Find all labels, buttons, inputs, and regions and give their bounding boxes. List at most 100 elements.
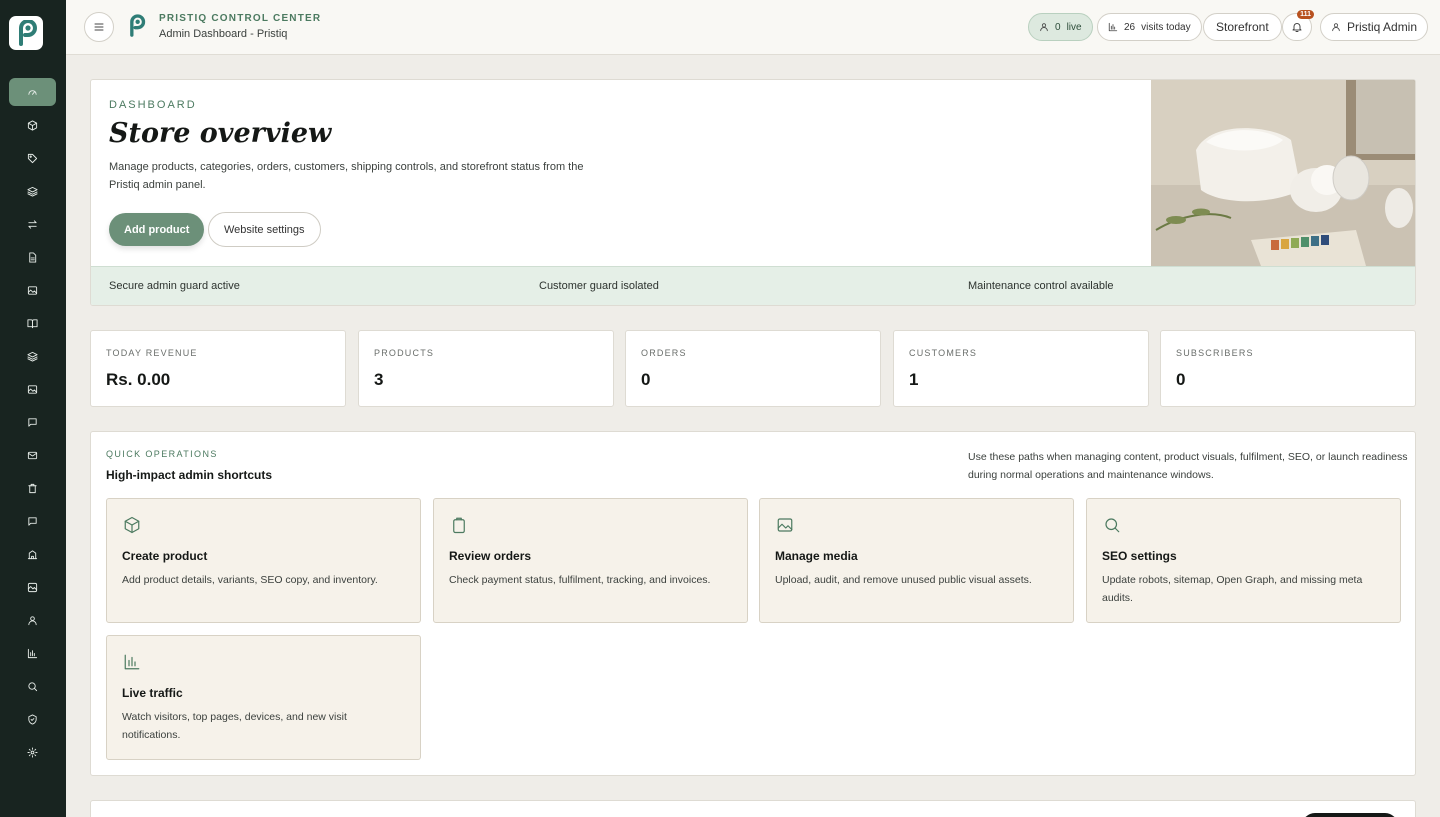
quick-ops-title: High-impact admin shortcuts [106, 468, 273, 482]
overview-description: Manage products, categories, orders, cus… [109, 161, 584, 191]
stat-value: 3 [374, 370, 384, 389]
visits-label: visits today [1141, 21, 1191, 33]
tile-manage-media[interactable]: Manage media Upload, audit, and remove u… [759, 498, 1074, 623]
sidebar-item-gallery[interactable] [9, 375, 56, 403]
sidebar-item-analytics[interactable] [9, 639, 56, 667]
search-icon [1105, 518, 1120, 533]
trash-icon [28, 483, 37, 493]
tile-seo-settings[interactable]: SEO settings Update robots, sitemap, Ope… [1086, 498, 1401, 623]
tile-title: Create product [122, 549, 208, 563]
tile-description: Check payment status, fulfilment, tracki… [449, 574, 711, 586]
sidebar-item-stacks[interactable] [9, 342, 56, 370]
hamburger-icon [94, 23, 104, 31]
overview-eyebrow: DASHBOARD [109, 99, 197, 111]
sidebar-item-pages[interactable] [9, 243, 56, 271]
sidebar-item-collections[interactable] [9, 177, 56, 205]
image-icon [27, 384, 38, 394]
tile-create-product[interactable]: Create product Add product details, vari… [106, 498, 421, 623]
chart-icon [27, 648, 38, 658]
message-icon [28, 417, 37, 427]
menu-toggle-button[interactable] [84, 12, 114, 42]
tile-review-orders[interactable]: Review orders Check payment status, fulf… [433, 498, 748, 623]
website-settings-button[interactable]: Website settings [208, 212, 321, 247]
stat-value: Rs. 0.00 [106, 370, 171, 389]
transfer-icon [28, 219, 37, 229]
tile-description: Upload, audit, and remove unused public … [775, 574, 1032, 586]
pristiq-logo[interactable] [9, 16, 43, 50]
stat-card-subscribers[interactable]: SUBSCRIBERS 0 [1160, 330, 1416, 407]
chart-icon [124, 654, 140, 670]
status-admin-guard: Secure admin guard active [109, 280, 240, 292]
box-icon [124, 516, 140, 534]
live-visitors-pill[interactable]: 0 live [1028, 13, 1093, 41]
stat-card-orders[interactable]: ORDERS 0 [625, 330, 881, 407]
sidebar-item-trash[interactable] [9, 474, 56, 502]
box-icon [27, 119, 38, 131]
stat-card-customers[interactable]: CUSTOMERS 1 [893, 330, 1149, 407]
stat-card-revenue[interactable]: TODAY REVENUE Rs. 0.00 [90, 330, 346, 407]
stat-label: SUBSCRIBERS [1176, 348, 1254, 358]
gear-icon [27, 746, 38, 758]
admin-account-button[interactable]: Pristiq Admin [1320, 13, 1429, 41]
layers-icon [27, 351, 38, 362]
store-overview-card: DASHBOARD Store overview Manage products… [90, 79, 1416, 306]
sidebar-item-products[interactable] [9, 111, 56, 139]
image-icon [27, 285, 38, 295]
tile-description: Add product details, variants, SEO copy,… [122, 574, 378, 586]
tile-title: Live traffic [122, 686, 183, 700]
sidebar-item-media[interactable] [9, 573, 56, 601]
tile-title: Review orders [449, 549, 532, 563]
visits-count: 26 [1124, 21, 1136, 33]
stat-label: CUSTOMERS [909, 348, 978, 358]
tile-description: Update robots, sitemap, Open Graph, and … [1102, 574, 1363, 604]
quick-ops-note: Use these paths when managing content, p… [968, 451, 1408, 481]
tile-title: Manage media [775, 549, 858, 563]
sidebar-item-settings[interactable] [9, 738, 56, 766]
page-subtitle: Admin Dashboard - Pristiq [159, 28, 288, 40]
stat-value: 0 [641, 370, 651, 389]
sidebar-item-chat[interactable] [9, 507, 56, 535]
security-status-bar: Secure admin guard active Customer guard… [91, 266, 1415, 305]
image-icon [777, 518, 793, 532]
sidebar-item-customers[interactable] [9, 606, 56, 634]
status-maintenance: Maintenance control available [968, 280, 1114, 292]
live-count: 0 [1055, 21, 1061, 33]
tile-title: SEO settings [1102, 549, 1177, 563]
live-label: live [1066, 21, 1082, 33]
add-product-button[interactable]: Add product [109, 213, 205, 246]
sidebar-item-categories[interactable] [9, 144, 56, 172]
sidebar-item-dashboard[interactable] [9, 78, 56, 106]
search-icon [28, 681, 38, 691]
dashboard-icon [28, 89, 37, 95]
partial-card-button[interactable] [1302, 813, 1398, 817]
user-icon [28, 615, 37, 625]
sidebar-item-mail[interactable] [9, 441, 56, 469]
admin-label: Pristiq Admin [1347, 20, 1418, 34]
bell-icon [1292, 23, 1302, 32]
clipboard-icon [453, 517, 465, 534]
tile-live-traffic[interactable]: Live traffic Watch visitors, top pages, … [106, 635, 421, 760]
sidebar-item-security[interactable] [9, 705, 56, 733]
stat-label: PRODUCTS [374, 348, 435, 358]
storefront-button[interactable]: Storefront [1203, 13, 1282, 41]
sidebar-item-blog[interactable] [9, 309, 56, 337]
sidebar-item-stores[interactable] [9, 540, 56, 568]
sidebar-item-banners[interactable] [9, 276, 56, 304]
sidebar-item-seo[interactable] [9, 672, 56, 700]
chart-icon [1108, 22, 1118, 32]
visits-today-pill[interactable]: 26 visits today [1097, 13, 1202, 41]
brand-title: PRISTIQ CONTROL CENTER [159, 13, 322, 24]
sidebar-item-messages[interactable] [9, 408, 56, 436]
document-icon [29, 251, 37, 263]
live-traffic-card-partial [90, 800, 1416, 817]
hero-product-image [1151, 80, 1415, 266]
user-icon [1332, 23, 1340, 32]
user-icon [1040, 23, 1048, 32]
notifications-button[interactable]: 111 [1282, 10, 1314, 41]
quick-ops-eyebrow: QUICK OPERATIONS [106, 449, 218, 459]
tile-description: Watch visitors, top pages, devices, and … [122, 711, 347, 741]
stat-card-products[interactable]: PRODUCTS 3 [358, 330, 614, 407]
top-bar: PRISTIQ CONTROL CENTER Admin Dashboard -… [66, 0, 1440, 55]
book-icon [27, 318, 38, 328]
sidebar-item-transfers[interactable] [9, 210, 56, 238]
